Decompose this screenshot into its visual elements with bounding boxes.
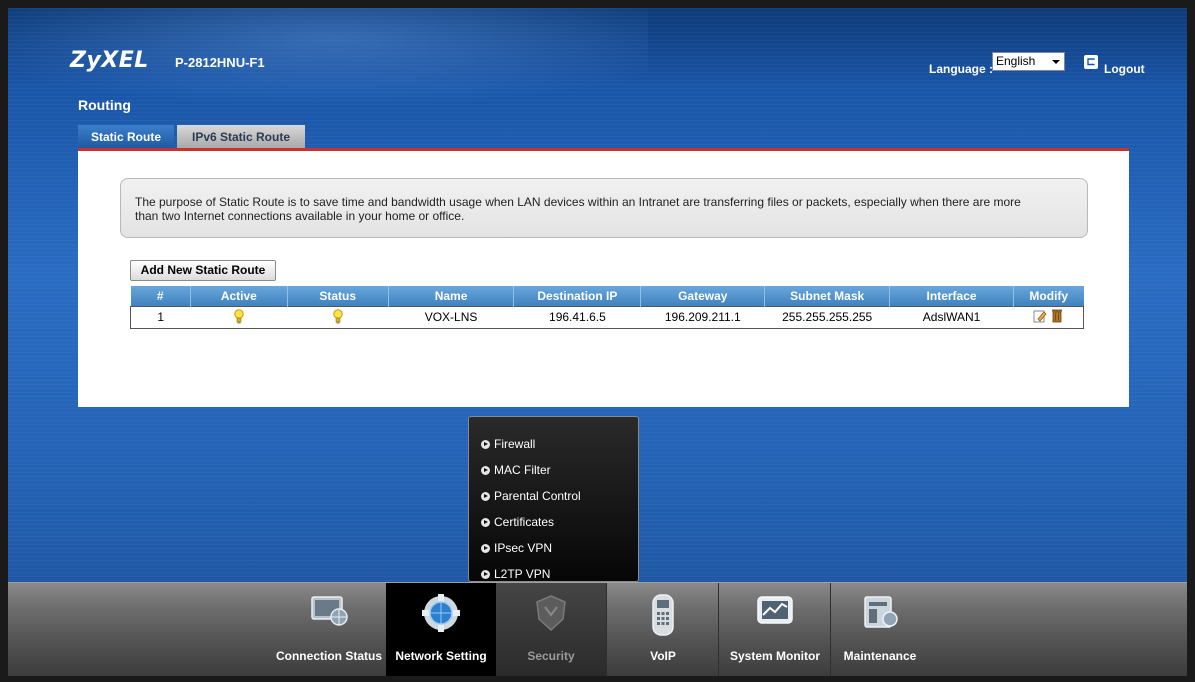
chevron-right-icon bbox=[481, 517, 490, 527]
column-header-interface: Interface bbox=[889, 286, 1014, 306]
zyxel-logo: ZyXEL bbox=[70, 48, 149, 73]
nav-label: Network Setting bbox=[395, 649, 487, 663]
chevron-right-icon bbox=[481, 465, 490, 475]
submenu-item-label: Parental Control bbox=[494, 489, 581, 503]
submenu-item-label: Certificates bbox=[494, 515, 555, 529]
nav-system-monitor[interactable]: System Monitor bbox=[720, 583, 830, 676]
chevron-right-icon bbox=[481, 491, 490, 501]
static-route-table: # Active Status Name Destination IP Gate… bbox=[130, 286, 1084, 329]
language-label: Language : bbox=[929, 62, 994, 76]
submenu-item-certificates[interactable]: Certificates bbox=[469, 509, 638, 535]
cell-num: 1 bbox=[157, 310, 165, 324]
bottom-navbar: Connection Status Network Setting Securi… bbox=[8, 582, 1187, 676]
chevron-right-icon bbox=[481, 439, 490, 449]
column-header-status: Status bbox=[287, 286, 389, 306]
cell-name: VOX-LNS bbox=[424, 310, 478, 324]
column-header-active: Active bbox=[190, 286, 288, 306]
cell-status bbox=[287, 306, 388, 328]
column-header-name: Name bbox=[388, 286, 515, 306]
info-text-line2: than two Internet connections available … bbox=[135, 209, 465, 223]
nav-security[interactable]: Security bbox=[496, 583, 606, 676]
cell-active bbox=[190, 306, 287, 328]
app-stage: ZyXEL P-2812HNU-F1 Language : English ⊏ … bbox=[8, 8, 1187, 676]
lightbulb-icon bbox=[234, 309, 244, 325]
nav-label: VoIP bbox=[650, 649, 676, 663]
phone-icon bbox=[650, 593, 676, 640]
column-header-modify: Modify bbox=[1013, 286, 1084, 306]
nav-label: Maintenance bbox=[843, 649, 917, 663]
column-header-gateway: Gateway bbox=[640, 286, 766, 306]
language-value: English bbox=[996, 54, 1036, 68]
edit-icon[interactable] bbox=[1033, 309, 1047, 326]
window-frame: ZyXEL P-2812HNU-F1 Language : English ⊏ … bbox=[0, 0, 1195, 682]
nav-connection-status[interactable]: Connection Status bbox=[274, 583, 384, 676]
nav-maintenance[interactable]: Maintenance bbox=[832, 583, 928, 676]
submenu-item-ipsec-vpn[interactable]: IPsec VPN bbox=[469, 535, 638, 561]
cell-interface: AdslWAN1 bbox=[922, 310, 981, 324]
tab-static-route[interactable]: Static Route bbox=[78, 125, 174, 148]
chevron-right-icon bbox=[481, 569, 490, 579]
lightbulb-icon bbox=[333, 309, 343, 325]
submenu-item-label: MAC Filter bbox=[494, 463, 551, 477]
table-row: 1 VOX-LNS 196.41.6.5 196.209.211.1 255.2… bbox=[130, 306, 1084, 328]
info-text-line1: The purpose of Static Route is to save t… bbox=[135, 195, 1021, 209]
column-header-destination-ip: Destination IP bbox=[513, 286, 642, 306]
tab-ipv6-static-route[interactable]: IPv6 Static Route bbox=[177, 125, 305, 148]
cell-gateway: 196.209.211.1 bbox=[664, 310, 741, 324]
chart-monitor-icon bbox=[755, 593, 795, 630]
model-name: P-2812HNU-F1 bbox=[175, 55, 265, 70]
cell-subnet-mask: 255.255.255.255 bbox=[782, 310, 873, 324]
nav-label: System Monitor bbox=[729, 649, 820, 663]
submenu-item-label: L2TP VPN bbox=[494, 567, 551, 581]
monitor-globe-icon bbox=[309, 593, 349, 630]
trash-icon[interactable] bbox=[1051, 308, 1063, 326]
submenu-item-parental-control[interactable]: Parental Control bbox=[469, 483, 638, 509]
nav-network-setting[interactable]: Network Setting bbox=[386, 583, 496, 676]
cell-modify bbox=[1014, 306, 1084, 328]
chevron-down-icon bbox=[1052, 60, 1060, 64]
column-header-num: # bbox=[130, 286, 191, 306]
shield-icon bbox=[533, 593, 569, 636]
tools-icon bbox=[860, 593, 900, 634]
table-header-row: # Active Status Name Destination IP Gate… bbox=[130, 286, 1084, 306]
nav-label: Connection Status bbox=[275, 649, 382, 663]
column-header-subnet-mask: Subnet Mask bbox=[764, 286, 891, 306]
main-content: The purpose of Static Route is to save t… bbox=[78, 151, 1129, 407]
nav-label: Security bbox=[527, 649, 575, 663]
gear-globe-icon bbox=[421, 593, 461, 636]
submenu-item-mac-filter[interactable]: MAC Filter bbox=[469, 457, 638, 483]
submenu-item-firewall[interactable]: Firewall bbox=[469, 431, 638, 457]
security-submenu: Firewall MAC Filter Parental Control Cer… bbox=[468, 416, 639, 582]
cell-destination-ip: 196.41.6.5 bbox=[549, 310, 606, 324]
logout-link[interactable]: Logout bbox=[1104, 62, 1145, 76]
nav-voip[interactable]: VoIP bbox=[608, 583, 718, 676]
add-static-route-button[interactable]: Add New Static Route bbox=[130, 260, 276, 281]
language-select[interactable]: English bbox=[992, 52, 1065, 71]
submenu-item-label: Firewall bbox=[494, 437, 536, 451]
submenu-item-l2tp-vpn[interactable]: L2TP VPN bbox=[469, 561, 638, 587]
logout-icon[interactable]: ⊏ bbox=[1084, 55, 1098, 69]
submenu-item-label: IPsec VPN bbox=[494, 541, 553, 555]
info-box: The purpose of Static Route is to save t… bbox=[120, 178, 1088, 238]
chevron-right-icon bbox=[481, 543, 490, 553]
page-title: Routing bbox=[78, 97, 131, 113]
